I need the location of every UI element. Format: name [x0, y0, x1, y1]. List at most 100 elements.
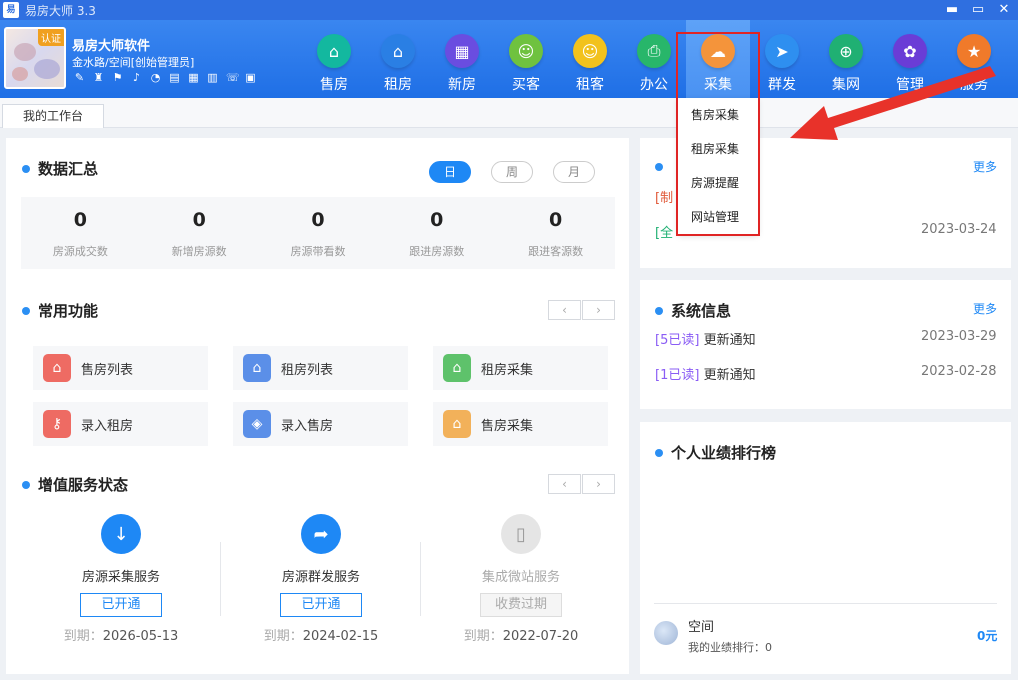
maximize-button[interactable]: ▭: [968, 0, 988, 18]
quick-tools: ✎ ♜ ⚑ ♪ ◔ ▤ ▦ ▥ ☏ ▣: [74, 72, 256, 83]
sale-icon: ⌂: [317, 34, 351, 68]
notice-more-link[interactable]: 更多: [973, 158, 997, 175]
func-label: 售房列表: [81, 362, 134, 378]
nav-tenant[interactable]: ☺ 租客: [558, 20, 622, 98]
service-status-button[interactable]: 已开通: [80, 593, 162, 617]
system-row-date: 2023-03-29: [921, 329, 997, 344]
bell-icon[interactable]: ♪: [131, 72, 142, 83]
tool-icon[interactable]: ▥: [207, 72, 218, 83]
service-name: 集成微站服务: [481, 570, 560, 585]
ranking-user-sub: 我的业绩排行：0: [688, 641, 772, 654]
flag-icon[interactable]: ⚑: [112, 72, 123, 83]
annotation-arrow-icon: [790, 66, 996, 140]
calculator-icon[interactable]: ▦: [188, 72, 199, 83]
service-expiry: 到期：2024-02-15: [263, 629, 379, 644]
service-name: 房源群发服务: [281, 570, 360, 585]
stat-viewings[interactable]: 0 房源带看数: [259, 197, 378, 269]
microsite-service: ▯ 集成微站服务收费过期到期：2022-07-20: [421, 514, 621, 664]
notice-row-tag[interactable]: [全: [655, 222, 673, 241]
buyer-icon: ☺: [509, 34, 543, 68]
collect-service-icon: ↓: [101, 514, 141, 554]
system-title: 系统信息: [655, 300, 731, 321]
company-logo[interactable]: 认证: [4, 27, 66, 89]
func-label: 售房采集: [481, 418, 534, 434]
functions-pager: ‹ ›: [548, 300, 615, 320]
services-title: 增值服务状态: [22, 474, 128, 495]
ranking-amount: 0元: [977, 629, 998, 643]
document-icon[interactable]: ▤: [169, 72, 180, 83]
microsite-service-icon: ▯: [501, 514, 541, 554]
window-title: 易房大师 3.3: [25, 3, 96, 18]
period-day-button[interactable]: 日: [429, 161, 471, 183]
func-add-rent[interactable]: ⚷ 录入租房: [33, 402, 208, 446]
nav-buyer[interactable]: ☺ 买客: [494, 20, 558, 98]
broadcast-service: ➦ 房源群发服务已开通到期：2024-02-15: [221, 514, 421, 664]
rent-list-icon: ⌂: [243, 354, 271, 382]
stat-followup-clients[interactable]: 0 跟进客源数: [496, 197, 615, 269]
divider: [654, 603, 997, 604]
system-row-date: 2023-02-28: [921, 364, 997, 379]
next-page-button[interactable]: ›: [582, 474, 615, 494]
edit-icon[interactable]: ✎: [74, 72, 85, 83]
add-sale-icon: ◈: [243, 410, 271, 438]
nav-new-house[interactable]: ▦ 新房: [430, 20, 494, 98]
notice-row-date: 2023-03-24: [921, 222, 997, 237]
nav-rent[interactable]: ⌂ 租房: [366, 20, 430, 98]
shirt-icon[interactable]: ♜: [93, 72, 104, 83]
stat-followup-listings[interactable]: 0 跟进房源数: [377, 197, 496, 269]
sale-list-icon: ⌂: [43, 354, 71, 382]
next-page-button[interactable]: ›: [582, 300, 615, 320]
divider: [220, 542, 221, 616]
services-pager: ‹ ›: [548, 474, 615, 494]
notice-row-tag[interactable]: [制: [655, 187, 673, 206]
system-row[interactable]: [5已读] 更新通知: [655, 329, 756, 348]
rent-icon: ⌂: [381, 34, 415, 68]
func-rent-list[interactable]: ⌂ 租房列表: [233, 346, 408, 390]
nav-label: 新房: [448, 77, 476, 93]
avatar: [654, 621, 678, 645]
minimize-button[interactable]: ▬: [942, 0, 962, 18]
company-name: 易房大师软件: [72, 39, 151, 54]
divider: [420, 542, 421, 616]
tab-workbench[interactable]: 我的工作台: [2, 104, 104, 128]
service-name: 房源采集服务: [81, 570, 160, 585]
ranking-user-name: 空间: [688, 620, 715, 635]
pie-chart-icon[interactable]: ◔: [150, 72, 161, 83]
nav-label: 办公: [640, 77, 668, 93]
nav-label: 租客: [576, 77, 604, 93]
service-expiry: 到期：2026-05-13: [63, 629, 179, 644]
func-label: 租房列表: [281, 362, 334, 378]
func-sale-collect[interactable]: ⌂ 售房采集: [433, 402, 608, 446]
prev-page-button[interactable]: ‹: [548, 300, 581, 320]
system-more-link[interactable]: 更多: [973, 300, 997, 317]
phone-icon[interactable]: ☏: [226, 72, 240, 83]
prev-page-button[interactable]: ‹: [548, 474, 581, 494]
user-info: 金水路/空间[创始管理员]: [72, 56, 195, 69]
rent-collect-icon: ⌂: [443, 354, 471, 382]
period-week-button[interactable]: 周: [491, 161, 533, 183]
add-rent-icon: ⚷: [43, 410, 71, 438]
func-rent-collect[interactable]: ⌂ 租房采集: [433, 346, 608, 390]
service-status-button[interactable]: 已开通: [280, 593, 362, 617]
summary-title: 数据汇总: [22, 158, 98, 179]
tenant-icon: ☺: [573, 34, 607, 68]
period-month-button[interactable]: 月: [553, 161, 595, 183]
functions-title: 常用功能: [22, 300, 98, 321]
sale-collect-icon: ⌂: [443, 410, 471, 438]
stats-row: 0 房源成交数 0 新增房源数 0 房源带看数 0 跟进房源数 0 跟进客源数: [21, 197, 615, 269]
stat-deals[interactable]: 0 房源成交数: [21, 197, 140, 269]
office-icon: ⎙: [637, 34, 671, 68]
func-add-sale[interactable]: ◈ 录入售房: [233, 402, 408, 446]
service-expiry: 到期：2022-07-20: [463, 629, 579, 644]
nav-sale[interactable]: ⌂ 售房: [302, 20, 366, 98]
stat-new-listings[interactable]: 0 新增房源数: [140, 197, 259, 269]
certified-badge: 认证: [38, 29, 64, 46]
lock-icon[interactable]: ▣: [245, 72, 256, 83]
system-row[interactable]: [1已读] 更新通知: [655, 364, 756, 383]
service-status-button[interactable]: 收费过期: [480, 593, 562, 617]
broadcast-service-icon: ➦: [301, 514, 341, 554]
close-button[interactable]: ✕: [994, 0, 1014, 18]
func-sale-list[interactable]: ⌂ 售房列表: [33, 346, 208, 390]
highlight-box: [676, 32, 760, 236]
collect-service: ↓ 房源采集服务已开通到期：2026-05-13: [21, 514, 221, 664]
